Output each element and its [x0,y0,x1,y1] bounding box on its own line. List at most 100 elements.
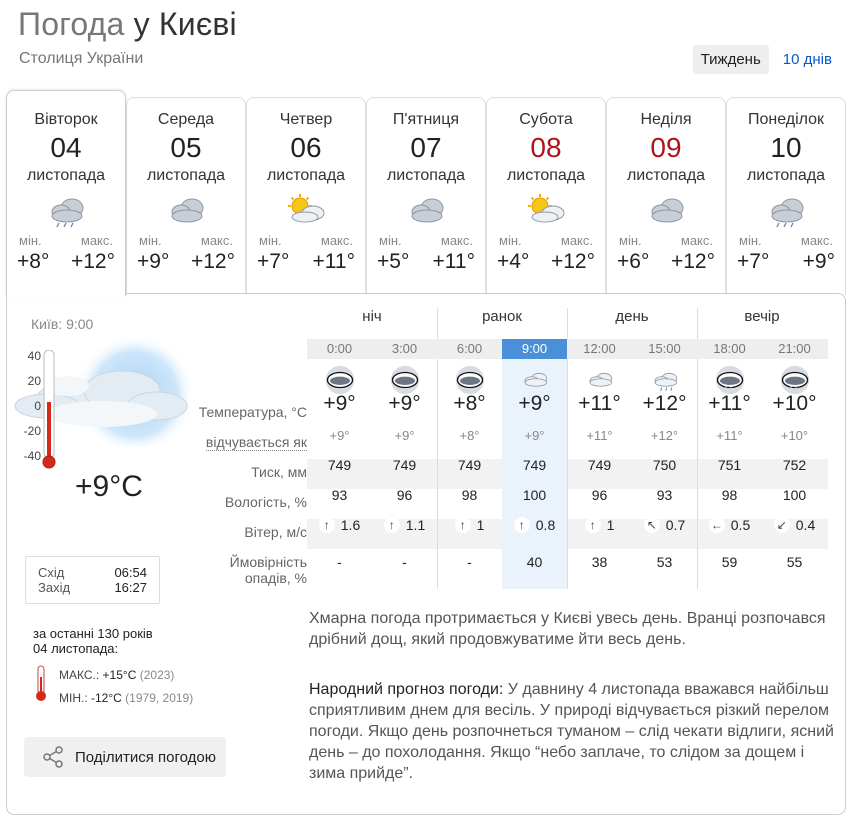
light-rain-icon [654,372,677,391]
history-line-2: 04 листопада: [33,641,119,656]
min-temperature: +4° [497,250,530,273]
day-tab[interactable]: Неділя 09 листопада мін. макс. +6° +12° [606,97,726,295]
min-max-labels: мін. макс. [247,233,365,248]
wind-speed: 0.8 [535,517,556,533]
day-tab[interactable]: П'ятниця 07 листопада мін. макс. +5° +11° [366,97,486,295]
wind-speed: 1 [476,517,485,533]
history-line-1: за останні 130 років [33,626,153,641]
hour-precipitation: 59 [721,554,738,570]
hour-wind: ↑ 1.6 [307,517,372,533]
min-max-labels: мін. макс. [127,233,245,248]
min-max-values: +6° +12° [607,250,725,274]
hour-feels-like: +12° [650,428,679,443]
max-label: макс. [680,233,713,248]
sunset-time: 16:27 [114,580,147,595]
hour-wind: ↑ 1 [567,517,632,533]
hour-wind: ↑ 1 [437,517,502,533]
hour-precipitation: - [402,554,407,570]
day-month: листопада [26,167,106,184]
wind-speed: 1 [606,517,615,533]
min-max-values: +7° +11° [247,250,365,274]
current-time: Київ: 9:00 [31,316,94,332]
hour-wind: ← 0.5 [697,517,762,533]
wind-direction-icon: ↑ [318,517,335,533]
scale-label: 0 [34,399,41,413]
hour-label: 21:00 [778,341,811,356]
history-max-label: МАКС.: [59,668,100,682]
min-temperature: +6° [617,250,650,273]
wind-speed: 1.6 [340,517,361,533]
hour-humidity: 93 [656,487,673,503]
hour-wind: ↙ 0.4 [762,517,827,533]
min-label: мін. [259,233,282,248]
tab-week[interactable]: Тиждень [692,45,769,74]
wind-direction-icon: ↙ [773,517,790,533]
tab-10-days[interactable]: 10 днів [775,45,840,74]
day-tab[interactable]: Субота 08 листопада мін. макс. +4° +12° [486,97,606,295]
hour-pressure: 752 [782,457,807,473]
hour-label: 0:00 [326,341,353,356]
max-label: макс. [200,233,233,248]
min-max-values: +8° +12° [7,250,125,274]
wind-speed: 1.1 [405,517,426,533]
day-name: Неділя [640,111,692,128]
hour-temperature: +9° [518,392,551,415]
wind-speed: 0.7 [665,517,686,533]
day-tab[interactable]: Четвер 06 листопада мін. макс. +7° +11° [246,97,366,295]
hour-label: 6:00 [456,341,483,356]
sunset-label: Захід [38,580,71,595]
period-day: день [615,308,649,325]
hour-pressure: 749 [522,457,547,473]
title-city: у Києві [133,6,237,42]
wind-direction-icon: ↑ [383,517,400,533]
period-morning: ранок [482,308,522,325]
day-tab[interactable]: Середа 05 листопада мін. макс. +9° +12° [126,97,246,295]
min-max-values: +5° +11° [367,250,485,274]
cloud-rain-icon [771,198,804,228]
wind-direction-icon: ↖ [643,517,660,533]
hour-humidity: 98 [461,487,478,503]
history-min-years: (1979, 2019) [125,691,194,705]
label-precipitation: Ймовірність опадів, % [230,554,307,586]
page-title: Погода у Києві [18,6,237,43]
day-weather-icon [7,189,125,233]
label-feels-like[interactable]: відчувається як [205,434,307,451]
day-name: Вівторок [34,111,98,128]
day-month: листопада [506,167,586,184]
folk-heading: Народний прогноз погоди: [309,681,504,698]
light-cloud-icon [524,372,547,387]
history-max: МАКС.: +15°C (2023) [59,668,174,682]
scale-label: 40 [27,349,41,363]
day-name: Середа [157,111,215,128]
hour-humidity: 93 [331,487,348,503]
night-cloud-icon [455,365,484,395]
max-label: макс. [80,233,113,248]
day-weather-icon [487,189,605,233]
light-cloud-icon [589,372,612,387]
max-temperature: +12° [70,250,115,273]
day-tab[interactable]: Вівторок 04 листопада мін. макс. +8° +12° [6,90,126,296]
cloud-icon [411,198,444,223]
hour-precipitation: 53 [656,554,673,570]
min-max-values: +7° +9° [727,250,845,274]
day-tab[interactable]: Понеділок 10 листопада мін. макс. +7° +9° [726,97,846,295]
hour-humidity: 96 [396,487,413,503]
max-label: макс. [320,233,353,248]
max-temperature: +12° [190,250,235,273]
title-prefix: Погода [18,6,125,42]
weather-description: Хмарна погода протримається у Києві увес… [309,610,826,648]
day-month: листопада [386,167,466,184]
share-button[interactable]: Поділитися погодою [24,737,226,777]
min-temperature: +8° [17,250,50,273]
max-temperature: +11° [312,250,355,273]
hour-temperature: +8° [453,392,486,415]
hour-temperature: +12° [642,392,687,415]
hour-label: 3:00 [391,341,418,356]
cloud-rain-icon [51,198,84,228]
hour-temperature: +11° [708,392,751,415]
hour-humidity: 100 [782,487,807,503]
max-temperature: +12° [550,250,595,273]
max-temperature: +12° [670,250,715,273]
hour-precipitation: 38 [591,554,608,570]
label-humidity: Вологість, % [224,494,307,510]
